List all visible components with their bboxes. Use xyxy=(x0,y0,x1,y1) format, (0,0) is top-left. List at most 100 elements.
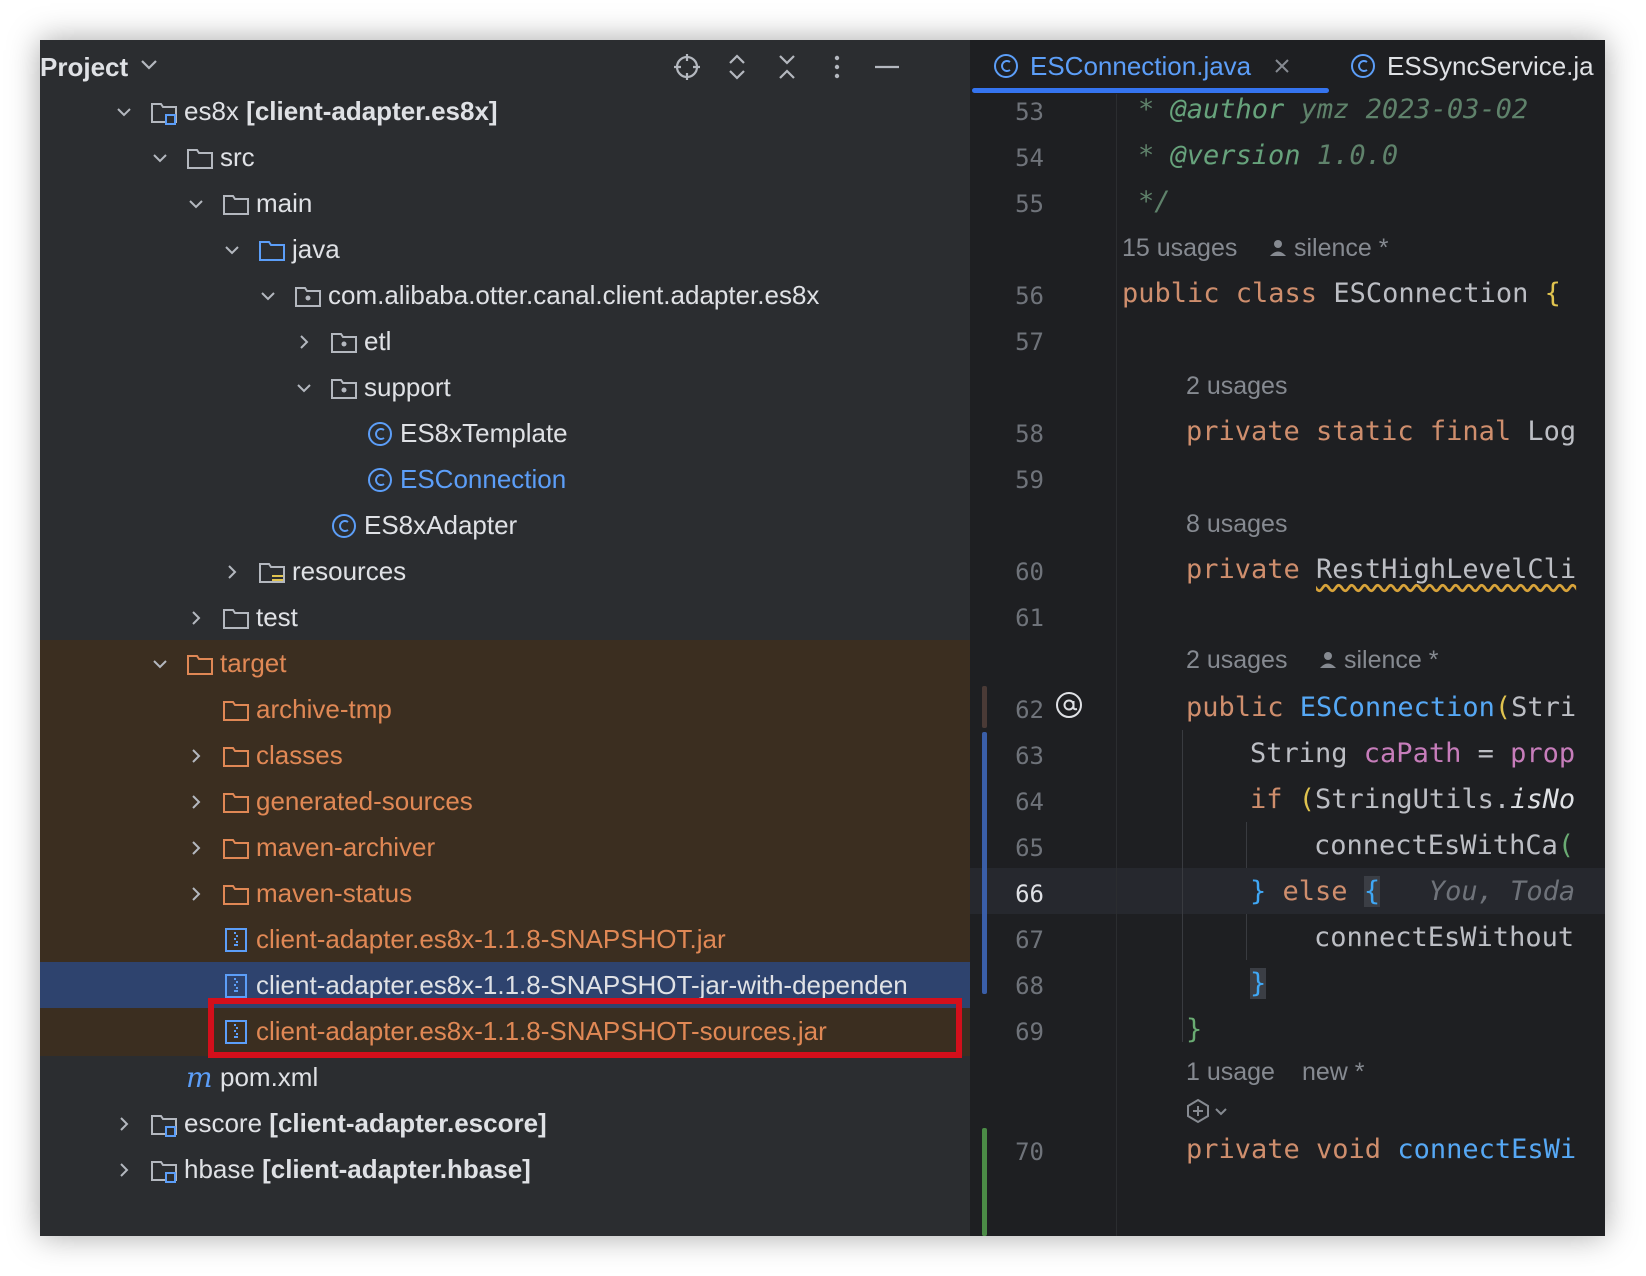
folder-icon xyxy=(223,609,249,629)
java-class-icon xyxy=(1351,54,1375,78)
chevron-right-icon[interactable] xyxy=(114,1114,134,1134)
tree-item-label: ES8xTemplate xyxy=(400,418,568,448)
line-number: 69 xyxy=(1015,1018,1044,1046)
tree-item-main[interactable]: main xyxy=(40,180,970,228)
chevron-down-icon[interactable] xyxy=(222,240,242,260)
code-line-67[interactable]: connectEsWithout xyxy=(1314,922,1574,953)
tree-item-es8xtemplate[interactable]: ES8xTemplate xyxy=(40,410,970,458)
usages-hint[interactable]: 2 usages xyxy=(1186,646,1287,675)
tree-item-java[interactable]: java xyxy=(40,226,970,274)
code-line-62[interactable]: public ESConnection(Stri xyxy=(1186,692,1576,723)
tree-item-etl[interactable]: etl xyxy=(40,318,970,366)
usages-hint[interactable]: 2 usages xyxy=(1186,372,1287,401)
tree-item-src[interactable]: src xyxy=(40,134,970,182)
indent-guide xyxy=(1246,822,1247,868)
tab-esconnection[interactable]: ESConnection.java xyxy=(970,40,1327,92)
chevron-right-icon[interactable] xyxy=(186,884,206,904)
chevron-right-icon[interactable] xyxy=(186,746,206,766)
tree-item-snapshot-jar[interactable]: client-adapter.es8x-1.1.8-SNAPSHOT.jar xyxy=(40,916,970,964)
tree-item-package[interactable]: com.alibaba.otter.canal.client.adapter.e… xyxy=(40,272,970,320)
tree-item-resources[interactable]: resources xyxy=(40,548,970,596)
usages-hint[interactable]: 8 usages xyxy=(1186,510,1287,539)
tree-item-hbase-module[interactable]: hbase [client-adapter.hbase] xyxy=(40,1146,970,1194)
code-line-69[interactable]: } xyxy=(1186,1014,1202,1045)
tree-item-target[interactable]: target xyxy=(40,640,970,688)
chevron-down-icon[interactable] xyxy=(150,148,170,168)
author-hint[interactable]: silence * xyxy=(1294,234,1389,263)
code-line-68[interactable]: } xyxy=(1250,968,1267,999)
project-panel-header: Project xyxy=(40,40,970,92)
code-line-64[interactable]: if (StringUtils.isNo xyxy=(1250,784,1575,815)
tree-item-escore-module[interactable]: escore [client-adapter.escore] xyxy=(40,1100,970,1148)
chevron-right-icon[interactable] xyxy=(294,332,314,352)
ai-assistant-icon[interactable] xyxy=(1184,1098,1212,1124)
line-number: 62 xyxy=(1015,696,1044,724)
tree-item-label: target xyxy=(220,648,287,678)
tree-item-es8x-module[interactable]: es8x [client-adapter.es8x] xyxy=(40,88,970,136)
usages-hint[interactable]: 15 usages xyxy=(1122,234,1237,263)
code-line-70[interactable]: private void connectEsWi xyxy=(1186,1134,1576,1165)
line-number: 53 xyxy=(1015,98,1044,126)
java-class-icon xyxy=(368,422,392,446)
package-icon xyxy=(295,287,321,307)
expand-all-icon[interactable] xyxy=(722,52,752,82)
chevron-down-icon[interactable] xyxy=(1214,1106,1228,1118)
tree-item-esconnection[interactable]: ESConnection xyxy=(40,456,970,504)
author-hint[interactable]: new * xyxy=(1302,1058,1365,1087)
line-number: 56 xyxy=(1015,282,1044,310)
code-line-63[interactable]: String caPath = prop xyxy=(1250,738,1575,769)
code-line-60[interactable]: private RestHighLevelCli xyxy=(1186,554,1576,585)
minimize-icon[interactable] xyxy=(872,52,902,82)
java-class-icon xyxy=(994,54,1018,78)
code-line-55[interactable]: */ xyxy=(1138,186,1171,217)
tree-item-support[interactable]: support xyxy=(40,364,970,412)
tree-item-label: es8x xyxy=(184,96,239,126)
svg-text:m: m xyxy=(186,1064,213,1092)
tree-item-test[interactable]: test xyxy=(40,594,970,642)
project-panel-title[interactable]: Project xyxy=(40,52,128,83)
more-options-icon[interactable] xyxy=(822,52,852,82)
code-line-56[interactable]: public class ESConnection { xyxy=(1122,278,1561,309)
code-line-65[interactable]: connectEsWithCa( xyxy=(1314,830,1574,861)
java-class-icon xyxy=(332,514,356,538)
tree-item-generated-sources[interactable]: generated-sources xyxy=(40,778,970,826)
chevron-right-icon[interactable] xyxy=(186,792,206,812)
user-icon xyxy=(1270,240,1286,256)
chevron-down-icon[interactable] xyxy=(186,194,206,214)
locate-icon[interactable] xyxy=(672,52,702,82)
chevron-down-icon[interactable] xyxy=(140,58,158,72)
tree-item-archive-tmp[interactable]: archive-tmp xyxy=(40,686,970,734)
tree-item-label: escore xyxy=(184,1108,263,1138)
chevron-down-icon[interactable] xyxy=(114,102,134,122)
line-number: 63 xyxy=(1015,742,1044,770)
tree-item-maven-archiver[interactable]: maven-archiver xyxy=(40,824,970,872)
chevron-right-icon[interactable] xyxy=(186,838,206,858)
change-marker xyxy=(982,686,987,728)
author-hint[interactable]: silence * xyxy=(1344,646,1439,675)
chevron-right-icon[interactable] xyxy=(186,608,206,628)
chevron-down-icon[interactable] xyxy=(258,286,278,306)
close-icon[interactable] xyxy=(1273,57,1291,75)
active-tab-indicator xyxy=(972,88,1329,93)
chevron-down-icon[interactable] xyxy=(150,654,170,674)
collapse-all-icon[interactable] xyxy=(772,52,802,82)
code-line-58[interactable]: private static final Log xyxy=(1186,416,1576,447)
chevron-right-icon[interactable] xyxy=(114,1160,134,1180)
code-line-66[interactable]: } else { You, Toda xyxy=(1250,876,1575,907)
code-line-54[interactable]: * @version 1.0.0 xyxy=(1138,140,1398,171)
jar-file-icon xyxy=(225,928,247,952)
indent-guide xyxy=(1182,730,1183,1042)
tree-item-pom-xml[interactable]: m pom.xml xyxy=(40,1054,970,1102)
tree-item-label: maven-archiver xyxy=(256,832,436,862)
tree-item-es8xadapter[interactable]: ES8xAdapter xyxy=(40,502,970,550)
tree-item-label: etl xyxy=(364,326,392,356)
module-folder-icon xyxy=(151,103,177,125)
annotation-at-icon[interactable] xyxy=(1054,690,1084,720)
chevron-down-icon[interactable] xyxy=(294,378,314,398)
tree-item-maven-status[interactable]: maven-status xyxy=(40,870,970,918)
code-line-53[interactable]: * @author ymz 2023-03-02 xyxy=(1138,94,1528,125)
tab-essyncservice[interactable]: ESSyncService.ja xyxy=(1327,40,1605,92)
tree-item-classes[interactable]: classes xyxy=(40,732,970,780)
chevron-right-icon[interactable] xyxy=(222,562,242,582)
usages-hint[interactable]: 1 usage xyxy=(1186,1058,1275,1087)
